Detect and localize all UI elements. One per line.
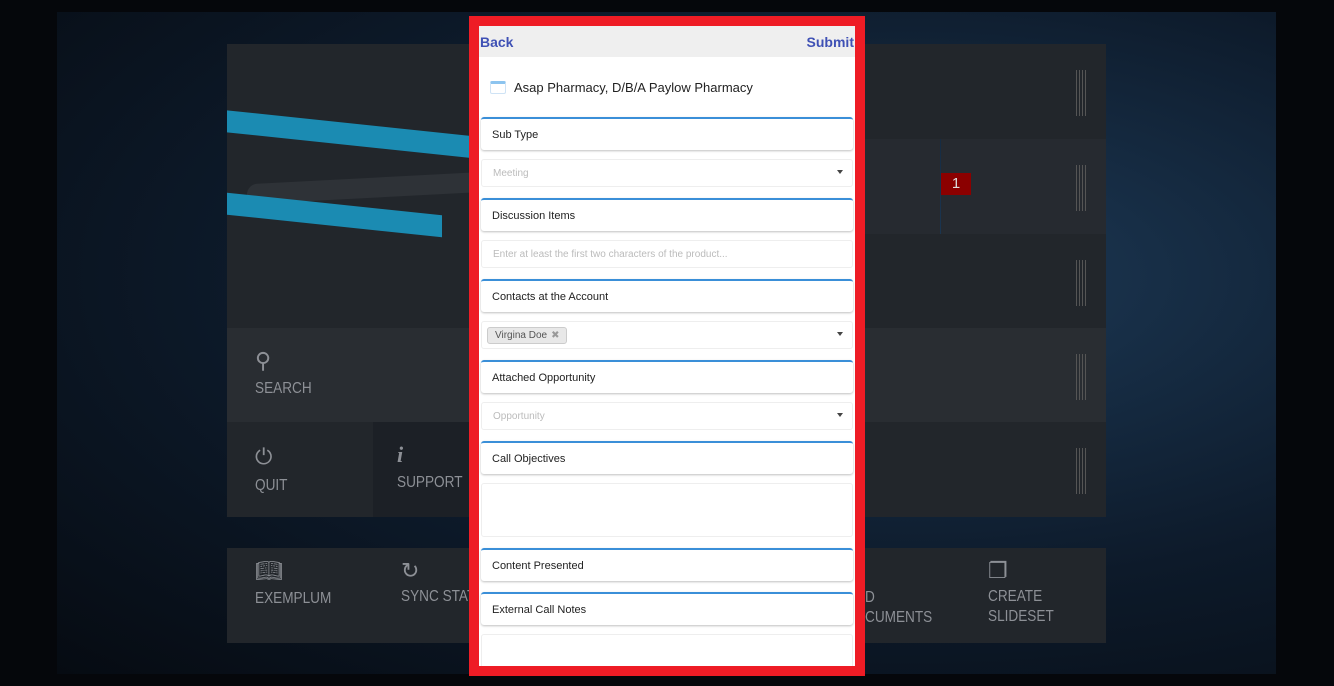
- documents-label: D CUMENTS: [865, 589, 933, 626]
- exemplum-tile[interactable]: 📖︎ EXEMPLUM: [227, 548, 373, 643]
- external-call-notes-textarea[interactable]: [481, 634, 853, 666]
- book-icon: 📖︎: [255, 558, 283, 583]
- exemplum-label: EXEMPLUM: [255, 590, 332, 607]
- account-name: Asap Pharmacy, D/B/A Paylow Pharmacy: [514, 79, 753, 95]
- contacts-header: Contacts at the Account: [481, 279, 853, 312]
- search-tile[interactable]: ⚲ SEARCH: [227, 328, 470, 422]
- contact-name: Virgina Doe: [495, 329, 548, 341]
- tile-3[interactable]: 1: [941, 139, 1106, 234]
- sub-type-header: Sub Type: [481, 117, 853, 150]
- search-label: SEARCH: [255, 380, 312, 397]
- slideset-label: SLIDESET: [988, 608, 1054, 625]
- support-tile[interactable]: i SUPPORT: [373, 422, 470, 517]
- sync-status-tile[interactable]: ↻ SYNC STATUS: [373, 548, 494, 643]
- account-header: Asap Pharmacy, D/B/A Paylow Pharmacy: [479, 57, 855, 117]
- opportunity-select[interactable]: Opportunity: [481, 402, 853, 430]
- create-slideset-tile[interactable]: ❐ CREATE SLIDESET: [960, 548, 1106, 643]
- logo-tile: [227, 44, 470, 328]
- info-icon: i: [397, 442, 404, 467]
- opportunity-placeholder: Opportunity: [493, 410, 545, 422]
- notification-badge: 1: [941, 173, 971, 195]
- copy-icon: ❐: [988, 558, 1008, 583]
- discussion-items-placeholder: Enter at least the first two characters …: [493, 248, 728, 260]
- create-label: CREATE: [988, 588, 1043, 605]
- remove-contact-icon[interactable]: ✖: [551, 330, 559, 341]
- sync-icon: ↻: [401, 558, 420, 583]
- call-objectives-header: Call Objectives: [481, 441, 853, 474]
- call-objectives-textarea[interactable]: [481, 483, 853, 537]
- tile-1[interactable]: [865, 44, 1106, 139]
- tile-6[interactable]: [865, 422, 1106, 517]
- document-icon: [490, 80, 506, 94]
- opportunity-header: Attached Opportunity: [481, 360, 853, 393]
- caret-down-icon: [837, 413, 843, 417]
- external-call-notes-header: External Call Notes: [481, 592, 853, 625]
- documents-tile[interactable]: D CUMENTS: [865, 548, 960, 643]
- contacts-select[interactable]: Virgina Doe ✖: [481, 321, 853, 349]
- sub-type-placeholder: Meeting: [493, 167, 529, 179]
- call-form-panel: Back Submit Asap Pharmacy, D/B/A Paylow …: [479, 26, 855, 666]
- contact-chip: Virgina Doe ✖: [487, 326, 568, 344]
- caret-down-icon: [837, 170, 843, 174]
- quit-tile[interactable]: ⏻ QUIT: [227, 422, 373, 517]
- caret-down-icon: [837, 332, 843, 336]
- search-icon: ⚲: [255, 348, 272, 373]
- top-bar: Back Submit: [479, 26, 855, 57]
- support-label: SUPPORT: [397, 474, 463, 491]
- sub-type-select[interactable]: Meeting: [481, 159, 853, 187]
- power-icon: ⏻: [255, 444, 273, 469]
- back-button[interactable]: Back: [480, 34, 513, 50]
- discussion-items-header: Discussion Items: [481, 198, 853, 231]
- content-presented-header[interactable]: Content Presented: [481, 548, 853, 581]
- highlight-frame: Back Submit Asap Pharmacy, D/B/A Paylow …: [469, 16, 865, 676]
- tile-4[interactable]: [865, 234, 1106, 328]
- discussion-items-input[interactable]: Enter at least the first two characters …: [481, 240, 853, 268]
- quit-label: QUIT: [255, 477, 288, 494]
- tile-2[interactable]: [865, 139, 940, 234]
- submit-button[interactable]: Submit: [807, 34, 854, 50]
- tile-5[interactable]: [865, 328, 1106, 422]
